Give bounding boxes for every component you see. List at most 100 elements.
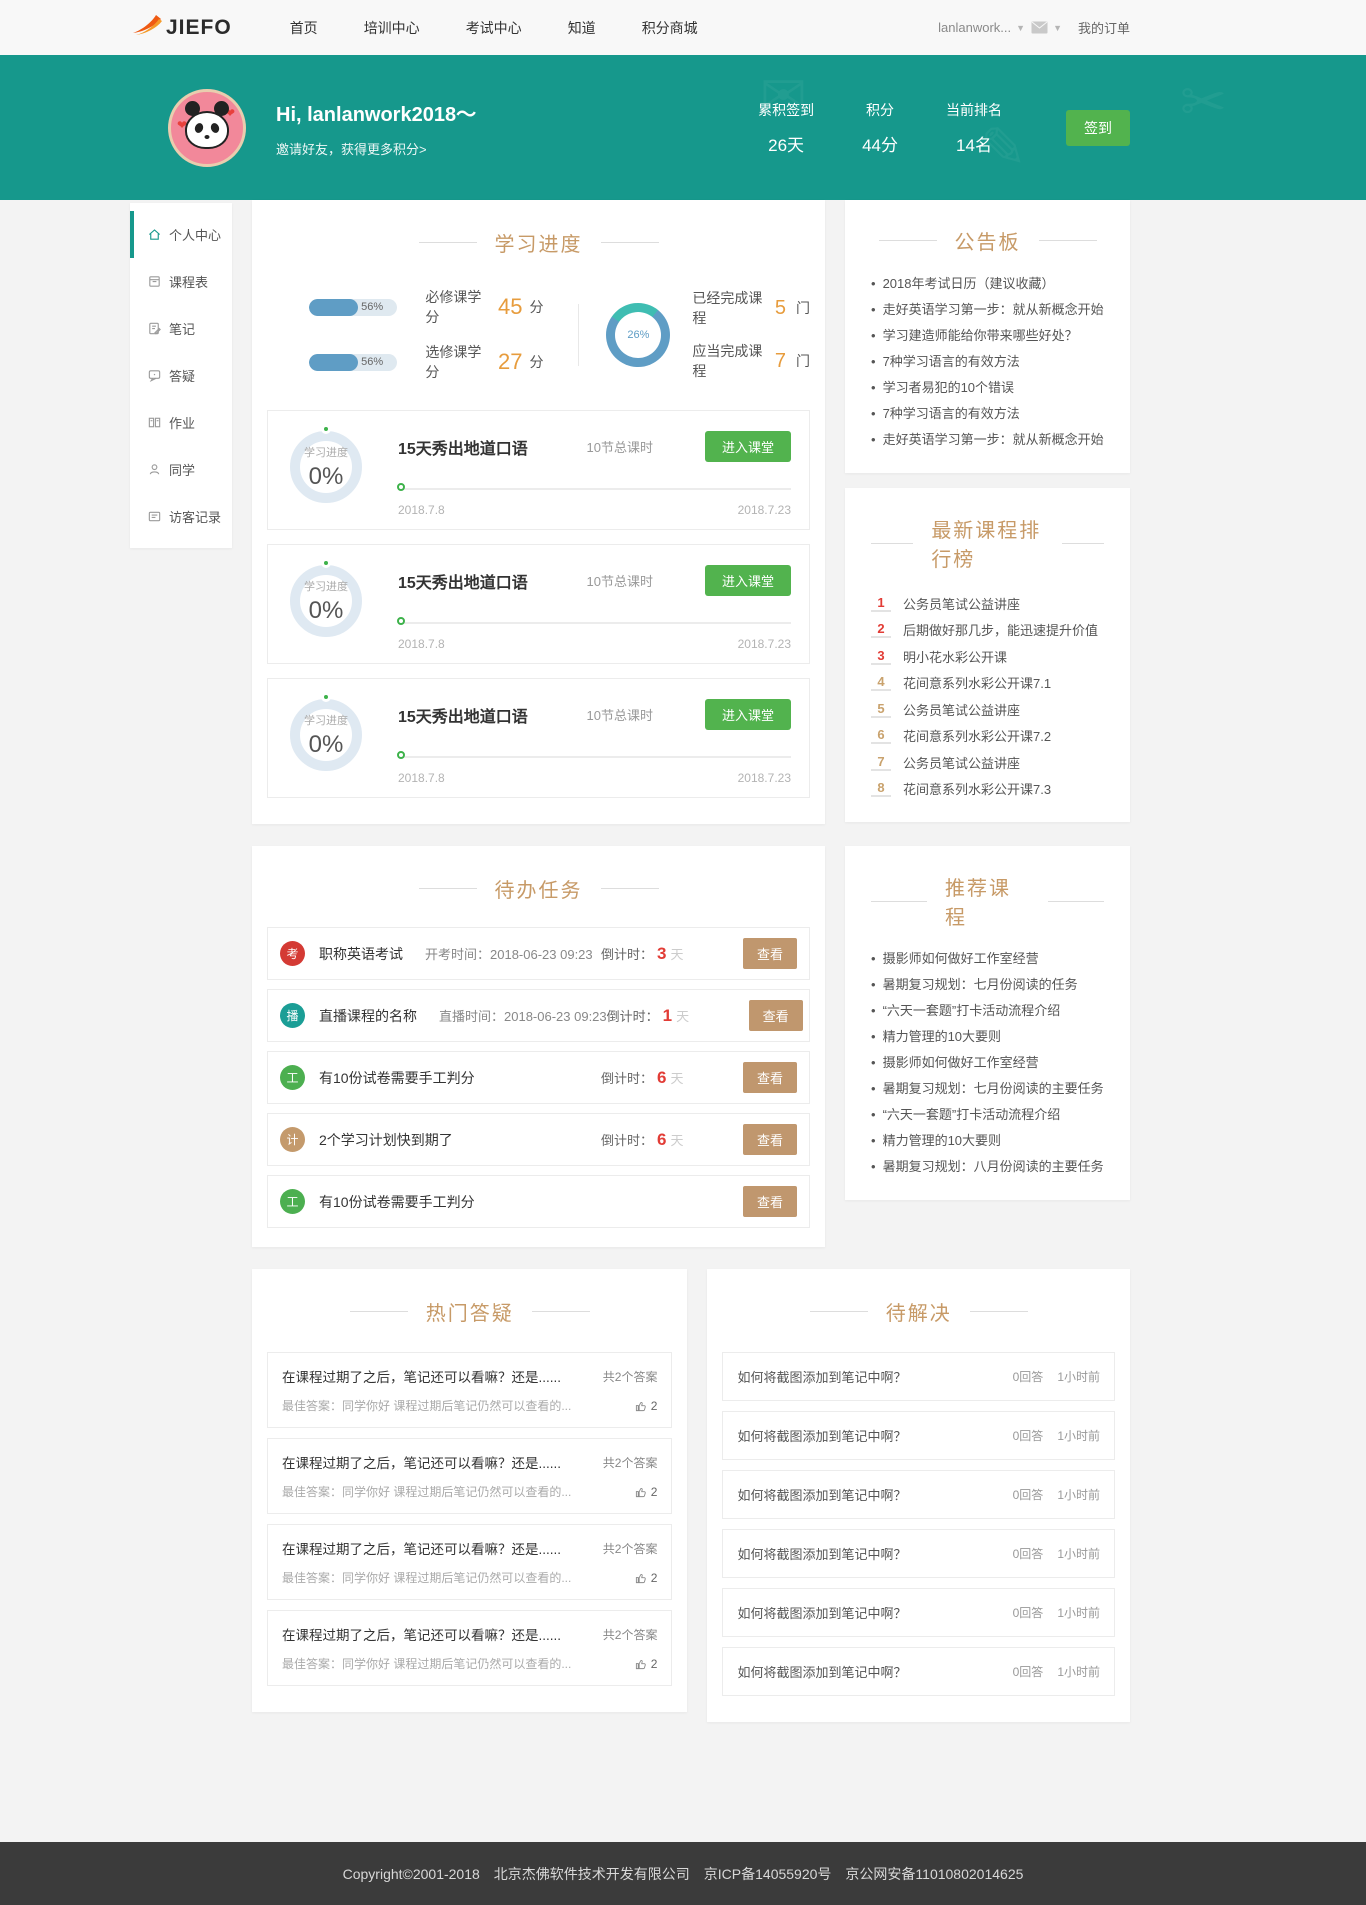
course-progress-ring: 学习进度 0% (290, 565, 362, 637)
pending-question-item[interactable]: 如何将截图添加到笔记中啊？ 0回答 1小时前 (722, 1470, 1115, 1519)
ranking-item[interactable]: 3 明小花水彩公开课 (871, 643, 1104, 670)
sidebar-item-homework[interactable]: 作业 (130, 399, 232, 446)
list-item[interactable]: • 学习者易犯的10个错误 (871, 375, 1104, 401)
course-lessons: 10节总课时 (587, 705, 653, 724)
pending-question-item[interactable]: 如何将截图添加到笔记中啊？ 0回答 1小时前 (722, 1411, 1115, 1460)
username-menu[interactable]: lanlanwork... (938, 20, 1011, 35)
banner-stat: 累积签到 26天 (758, 100, 814, 156)
like-count[interactable]: 2 (635, 1399, 658, 1413)
hot-qa-list: 在课程过期了之后，笔记还可以看嘛？还是...... 共2个答案 最佳答案：同学你… (267, 1352, 672, 1686)
course-lessons: 10节总课时 (587, 437, 653, 456)
pending-question-item[interactable]: 如何将截图添加到笔记中啊？ 0回答 1小时前 (722, 1647, 1115, 1696)
view-button[interactable]: 查看 (743, 1124, 797, 1155)
sidebar-item-timetable[interactable]: 课程表 (130, 258, 232, 305)
list-item[interactable]: • 7种学习语言的有效方法 (871, 349, 1104, 375)
stat-label: 积分 (862, 100, 898, 120)
sidebar-item-qa[interactable]: 答疑 (130, 352, 232, 399)
task-title: 直播课程的名称 (319, 1006, 417, 1026)
my-orders-link[interactable]: 我的订单 (1078, 18, 1130, 37)
qa-question: 在课程过期了之后，笔记还可以看嘛？还是...... (282, 1366, 593, 1386)
like-count[interactable]: 2 (635, 1485, 658, 1499)
like-count[interactable]: 2 (635, 1657, 658, 1671)
ranking-item[interactable]: 5 公务员笔试公益讲座 (871, 696, 1104, 723)
list-item[interactable]: • 2018年考试日历（建议收藏） (871, 271, 1104, 297)
nav-know[interactable]: 知道 (568, 18, 596, 38)
sidebar-item-visitor-log[interactable]: 访客记录 (130, 493, 232, 540)
qa-item[interactable]: 在课程过期了之后，笔记还可以看嘛？还是...... 共2个答案 最佳答案：同学你… (267, 1438, 672, 1514)
required-credits-value: 45 (498, 294, 522, 320)
list-item[interactable]: • 学习建造师能给你带来哪些好处？ (871, 323, 1104, 349)
bullet-icon: • (871, 297, 876, 323)
countdown-days: 6 (657, 1130, 666, 1150)
list-item[interactable]: • 走好英语学习第一步：就从新概念开始 (871, 427, 1104, 453)
view-button[interactable]: 查看 (743, 1062, 797, 1093)
task-type-badge: 播 (280, 1003, 305, 1028)
pending-question-item[interactable]: 如何将截图添加到笔记中啊？ 0回答 1小时前 (722, 1588, 1115, 1637)
list-item[interactable]: • “六天一套题”打卡活动流程介绍 (871, 1102, 1104, 1128)
course-start-date: 2018.7.8 (398, 503, 445, 517)
todo-item: 计 2个学习计划快到期了 倒计时： 6 天 查看 (267, 1113, 810, 1166)
pending-question: 如何将截图添加到笔记中啊？ (737, 1662, 998, 1681)
chevron-down-icon[interactable]: ▼ (1053, 23, 1062, 33)
qa-item[interactable]: 在课程过期了之后，笔记还可以看嘛？还是...... 共2个答案 最佳答案：同学你… (267, 1524, 672, 1600)
qa-item[interactable]: 在课程过期了之后，笔记还可以看嘛？还是...... 共2个答案 最佳答案：同学你… (267, 1610, 672, 1686)
list-item[interactable]: • 摄影师如何做好工作室经营 (871, 946, 1104, 972)
nav-training-center[interactable]: 培训中心 (364, 18, 420, 38)
like-count[interactable]: 2 (635, 1571, 658, 1585)
course-timeline (398, 622, 791, 624)
banner-stat: 当前排名 14名 (946, 100, 1002, 156)
ranking-item[interactable]: 7 公务员笔试公益讲座 (871, 749, 1104, 776)
list-item[interactable]: • 暑期复习规划：七月份阅读的任务 (871, 972, 1104, 998)
ranking-item[interactable]: 4 花间意系列水彩公开课7.1 (871, 670, 1104, 697)
course-card: 学习进度 0% 15天秀出地道口语 10节总课时 进入课堂 2018.7.8 2… (267, 410, 810, 530)
sidebar-item-classmates[interactable]: 同学 (130, 446, 232, 493)
due-courses-value: 7 (775, 350, 786, 373)
chevron-down-icon[interactable]: ▼ (1016, 23, 1025, 33)
pending-question: 如何将截图添加到笔记中啊？ (737, 1367, 998, 1386)
list-item[interactable]: • 7种学习语言的有效方法 (871, 401, 1104, 427)
nav-points-mall[interactable]: 积分商城 (642, 18, 698, 38)
nav-exam-center[interactable]: 考试中心 (466, 18, 522, 38)
qa-item[interactable]: 在课程过期了之后，笔记还可以看嘛？还是...... 共2个答案 最佳答案：同学你… (267, 1352, 672, 1428)
todo-item: 工 有10份试卷需要手工判分 倒计时： 6 天 查看 (267, 1051, 810, 1104)
list-item[interactable]: • 精力管理的10大要则 (871, 1024, 1104, 1050)
bullet-icon: • (871, 998, 876, 1024)
ranking-item[interactable]: 2 后期做好那几步，能迅速提升价值 (871, 617, 1104, 644)
user-banner: ✉ ✎ ✂ ❤ ❤ Hi, lanlanwork2018～ 邀请好友，获得更多积… (0, 55, 1366, 200)
enter-classroom-button[interactable]: 进入课堂 (705, 699, 791, 730)
ranking-item[interactable]: 6 花间意系列水彩公开课7.2 (871, 723, 1104, 750)
progress-bar: 56% (309, 354, 397, 371)
enter-classroom-button[interactable]: 进入课堂 (705, 431, 791, 462)
course-title[interactable]: 15天秀出地道口语 (398, 569, 528, 593)
list-item[interactable]: • 精力管理的10大要则 (871, 1128, 1104, 1154)
invite-friends-link[interactable]: 邀请好友，获得更多积分> (276, 139, 476, 158)
sidebar-item-notes[interactable]: 笔记 (130, 305, 232, 352)
stat-value: 44分 (862, 131, 898, 156)
avatar[interactable]: ❤ ❤ (168, 89, 246, 167)
view-button[interactable]: 查看 (743, 1186, 797, 1217)
mail-icon[interactable] (1031, 21, 1048, 34)
list-item[interactable]: • 暑期复习规划：八月份阅读的主要任务 (871, 1154, 1104, 1180)
panda-illustration (185, 111, 229, 149)
course-title[interactable]: 15天秀出地道口语 (398, 435, 528, 459)
view-button[interactable]: 查看 (743, 938, 797, 969)
stat-label: 累积签到 (758, 100, 814, 120)
list-item[interactable]: • “六天一套题”打卡活动流程介绍 (871, 998, 1104, 1024)
view-button[interactable]: 查看 (749, 1000, 803, 1031)
jiefo-logo[interactable]: JIEFO (130, 13, 232, 42)
course-title[interactable]: 15天秀出地道口语 (398, 703, 528, 727)
list-item[interactable]: • 走好英语学习第一步：就从新概念开始 (871, 297, 1104, 323)
signin-button[interactable]: 签到 (1066, 110, 1130, 146)
countdown: 倒计时： 6 天 (601, 1068, 684, 1088)
enter-classroom-button[interactable]: 进入课堂 (705, 565, 791, 596)
pending-question-item[interactable]: 如何将截图添加到笔记中啊？ 0回答 1小时前 (722, 1352, 1115, 1401)
pending-question-item[interactable]: 如何将截图添加到笔记中啊？ 0回答 1小时前 (722, 1529, 1115, 1578)
ranking-item[interactable]: 1 公务员笔试公益讲座 (871, 590, 1104, 617)
nav-home[interactable]: 首页 (290, 18, 318, 38)
sidebar-item-personal-center[interactable]: 个人中心 (130, 211, 232, 258)
list-item[interactable]: • 摄影师如何做好工作室经营 (871, 1050, 1104, 1076)
ranking-item[interactable]: 8 花间意系列水彩公开课7.3 (871, 776, 1104, 803)
countdown-days: 6 (657, 1068, 666, 1088)
course-timeline (398, 756, 791, 758)
list-item[interactable]: • 暑期复习规划：七月份阅读的主要任务 (871, 1076, 1104, 1102)
